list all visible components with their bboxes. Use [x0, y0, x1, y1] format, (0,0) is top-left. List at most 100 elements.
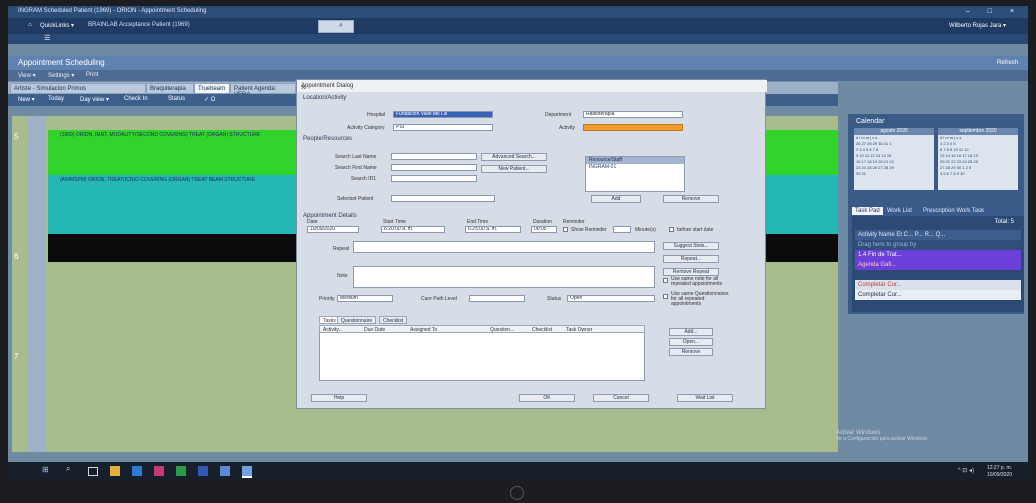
time-gutter	[28, 116, 46, 452]
reminder-minutes-input[interactable]	[613, 226, 631, 233]
task-total: Total: 5	[994, 219, 1014, 225]
task-columns: Activity Name Et C... P... R... Q...	[855, 230, 1021, 240]
resource-header: Resource/Staff	[586, 157, 684, 164]
refresh-button[interactable]: Refresh	[997, 60, 1018, 66]
activity-category-select[interactable]: PSI	[393, 124, 493, 131]
excel-icon[interactable]	[176, 466, 186, 476]
duration-input[interactable]: 00:05	[531, 226, 557, 233]
dayview-button[interactable]: Day view ▾	[80, 96, 109, 103]
search-first-label: Search First Name	[335, 165, 377, 171]
task-remove-button[interactable]: Remove	[669, 348, 713, 356]
new-button[interactable]: New ▾	[18, 96, 35, 103]
window-controls[interactable]: – □ ×	[966, 8, 1022, 15]
tab-task-pad[interactable]: Task Pad	[852, 207, 883, 215]
care-path-select[interactable]	[469, 295, 525, 302]
search-icon[interactable]: ⌕	[66, 464, 76, 474]
note-textarea[interactable]	[353, 266, 655, 288]
home-icon[interactable]: ⌂	[28, 22, 32, 28]
search-icon[interactable]: ⌕	[339, 22, 343, 30]
hamburger-icon[interactable]: ☰	[44, 34, 50, 42]
advanced-search-button[interactable]: Advanced Search...	[481, 153, 547, 161]
search-id-input[interactable]	[391, 175, 477, 182]
end-time-input[interactable]: 6:25:00 a. m.	[465, 226, 521, 233]
care-path-label: Care Path Level	[421, 296, 457, 302]
checkin-button[interactable]: Check In	[124, 96, 148, 102]
print-button[interactable]: Print	[86, 72, 98, 78]
week-row[interactable]: 30 31	[856, 171, 934, 177]
task-row[interactable]: Completar Cur...	[855, 290, 1021, 300]
settings-menu[interactable]: Settings ▾	[48, 72, 74, 79]
tab-work-list[interactable]: Work List	[884, 207, 915, 215]
use-same-quest-checkbox[interactable]	[663, 294, 668, 299]
tab-checklist[interactable]: Checklist	[379, 316, 408, 324]
week-row[interactable]: 4 5 6 7 8 9 10	[940, 171, 1018, 177]
department-select[interactable]: Radioterapia	[583, 111, 683, 118]
remove-resource-button[interactable]: Remove	[663, 195, 719, 203]
tab-truebeam[interactable]: Truebeam	[194, 83, 230, 94]
suggest-slots-button[interactable]: Suggest Slots...	[663, 242, 719, 250]
department-label: Department	[545, 112, 572, 118]
hour-label-7: 7	[14, 352, 19, 361]
status-select[interactable]: Open	[567, 295, 655, 302]
mini-calendar-august[interactable]: agosto 2020 d l m m j v s 26 27 28 29 30…	[854, 128, 934, 190]
app-icon[interactable]	[198, 466, 208, 476]
app-icon[interactable]	[132, 466, 142, 476]
tab-questionnaire[interactable]: Questionnaire	[337, 316, 377, 324]
taskbar-clock[interactable]: 12:27 p. m. 10/09/2020	[987, 465, 1012, 479]
add-resource-button[interactable]: Add	[591, 195, 641, 203]
windows-start-icon[interactable]: ⊞	[42, 465, 52, 475]
appointment-dialog: Appointment Dialog × Location/Activity H…	[296, 79, 767, 409]
date-input[interactable]: 10/09/2020	[307, 226, 359, 233]
tab-simulacion[interactable]: Artiste - Simulacion Primus	[10, 83, 146, 94]
file-explorer-icon[interactable]	[110, 466, 120, 476]
resource-list[interactable]: Resource/Staff INGRAM-01	[585, 156, 685, 192]
repeat-field[interactable]	[353, 241, 655, 253]
patient-banner[interactable]: BRAINLAB Acceptance Patient (1969)	[88, 22, 190, 28]
use-same-note-checkbox[interactable]	[663, 278, 668, 283]
aria-app-icon[interactable]	[242, 466, 252, 478]
cancel-button[interactable]: Cancel	[593, 394, 649, 402]
app-bar: ⌂ QuickLinks ▾ BRAINLAB Acceptance Patie…	[8, 18, 1028, 34]
task-row[interactable]: Agenda Gafi...	[855, 260, 1021, 270]
task-row[interactable]: Completar Cur...	[855, 280, 1021, 290]
wait-list-button[interactable]: Wait List	[677, 394, 733, 402]
task-add-button[interactable]: Add...	[669, 328, 713, 336]
tab-braquiterapia[interactable]: Braquiterapia	[146, 83, 194, 94]
window-titlebar: INGRAM Scheduled Patient (1969) - ORION …	[8, 6, 1028, 18]
before-start-checkbox[interactable]	[669, 227, 674, 232]
new-patient-button[interactable]: New Patient...	[481, 165, 547, 173]
today-button[interactable]: Today	[48, 96, 64, 102]
priority-select[interactable]: Medium	[337, 295, 393, 302]
help-button[interactable]: Help	[311, 394, 367, 402]
tasks-grid-body[interactable]	[319, 333, 645, 381]
app-icon[interactable]	[154, 466, 164, 476]
app-icon[interactable]	[220, 466, 230, 476]
user-menu[interactable]: Wilberto Rojas Jara ▾	[949, 22, 1006, 29]
ok-dialog-button[interactable]: OK	[519, 394, 575, 402]
close-icon[interactable]: ×	[301, 83, 761, 92]
view-menu[interactable]: View ▾	[18, 72, 36, 79]
start-time-input[interactable]: 6:20:00 a. m.	[381, 226, 445, 233]
tab-patient-agenda[interactable]: Patient Agenda: VERA	[230, 83, 296, 98]
appointment-text-teal: (ANIMSPM) ORION, TREAT(ICN)G COVERING (O…	[60, 177, 256, 183]
search-first-input[interactable]	[391, 164, 477, 171]
task-view-icon[interactable]	[88, 467, 98, 476]
mini-calendar-september[interactable]: septiembre 2020 d l m m j v s 1 2 3 4 5 …	[938, 128, 1018, 190]
selected-patient-select[interactable]	[391, 195, 495, 202]
task-open-button[interactable]: Open...	[669, 338, 713, 346]
search-last-input[interactable]	[391, 153, 477, 160]
task-row[interactable]: 1.4 Fin de Trat...	[855, 250, 1021, 260]
show-reminder-checkbox[interactable]	[563, 227, 568, 232]
remove-repeat-button[interactable]: Remove Repeat	[663, 268, 719, 276]
quicklinks-menu[interactable]: QuickLinks ▾	[40, 22, 74, 29]
tray-icons[interactable]: ^ ⊡ ◂)	[958, 467, 974, 474]
resource-item[interactable]: INGRAM-01	[586, 164, 684, 171]
ok-button[interactable]: ✓ O	[204, 96, 215, 103]
hospital-select[interactable]: Fundacion Valle del Lili	[393, 111, 493, 118]
tab-prescription[interactable]: Prescription Work Task	[920, 207, 987, 215]
search-box[interactable]: ⌕	[318, 20, 354, 33]
duration-label: Duration	[533, 219, 552, 225]
activity-select[interactable]	[583, 124, 683, 131]
status-button[interactable]: Status	[168, 96, 185, 102]
repeat-button[interactable]: Repeat...	[663, 255, 719, 263]
